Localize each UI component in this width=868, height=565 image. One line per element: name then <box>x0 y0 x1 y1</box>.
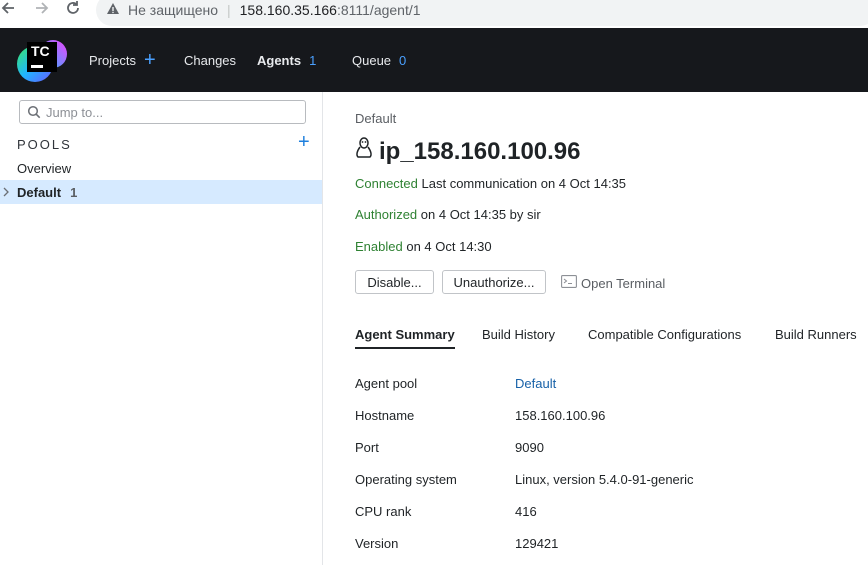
summary-value-port: 9090 <box>515 440 544 455</box>
agent-tabs: Agent Summary Build History Compatible C… <box>355 319 868 349</box>
sidebar-item-overview[interactable]: Overview <box>0 156 322 180</box>
status-detail: on 4 Oct 14:30 <box>406 239 492 254</box>
status-state: Authorized <box>355 207 418 222</box>
summary-label-agent-pool: Agent pool <box>355 376 418 391</box>
logo-text: TC <box>31 43 50 59</box>
address-bar[interactable]: Не защищено | 158.160.35.166:8111/agent/… <box>96 0 868 26</box>
sidebar-item-default[interactable]: Default 1 <box>0 180 322 204</box>
status-connected: Connected Last communication on 4 Oct 14… <box>355 176 626 191</box>
summary-label-os: Operating system <box>355 472 457 487</box>
nav-projects[interactable]: Projects + <box>89 28 156 92</box>
sidebar-item-count: 1 <box>70 184 78 200</box>
url-host: 158.160.35.166 <box>239 2 337 18</box>
status-state: Enabled <box>355 239 403 254</box>
summary-label-port: Port <box>355 440 379 455</box>
nav-agents[interactable]: Agents 1 <box>257 28 316 92</box>
tab-build-history[interactable]: Build History <box>482 327 555 342</box>
warning-icon <box>106 2 120 19</box>
summary-label-hostname: Hostname <box>355 408 415 423</box>
nav-changes[interactable]: Changes <box>184 28 236 92</box>
summary-value-agent-pool[interactable]: Default <box>515 376 556 391</box>
summary-value-hostname: 158.160.100.96 <box>515 408 606 423</box>
reload-button[interactable] <box>61 0 85 18</box>
forward-button[interactable] <box>30 0 54 18</box>
open-terminal-button[interactable]: Open Terminal <box>561 275 665 291</box>
summary-label-cpu-rank: CPU rank <box>355 504 412 519</box>
search-placeholder: Jump to... <box>46 104 104 120</box>
status-enabled: Enabled on 4 Oct 14:30 <box>355 239 492 254</box>
back-button[interactable] <box>0 0 20 18</box>
page-title: ip_158.160.100.96 <box>355 137 581 166</box>
unauthorize-button[interactable]: Unauthorize... <box>442 270 546 294</box>
summary-label-version: Version <box>355 536 399 551</box>
jump-to-search[interactable]: Jump to... <box>19 100 306 124</box>
arrow-right-icon <box>36 2 49 14</box>
nav-agents-label: Agents <box>257 52 302 68</box>
browser-toolbar: Не защищено | 158.160.35.166:8111/agent/… <box>0 0 868 28</box>
nav-changes-label: Changes <box>184 52 237 68</box>
tab-build-runners[interactable]: Build Runners <box>775 327 857 342</box>
chevron-right-icon[interactable] <box>2 185 10 202</box>
tab-compatible-configurations[interactable]: Compatible Configurations <box>588 327 741 342</box>
agents-count: 1 <box>309 52 317 68</box>
status-state: Connected <box>355 176 418 191</box>
address-separator: | <box>227 2 231 18</box>
terminal-icon <box>561 275 577 291</box>
sidebar-item-label: Overview <box>17 160 72 176</box>
add-pool-icon[interactable]: + <box>298 132 310 152</box>
disable-button[interactable]: Disable... <box>355 270 434 294</box>
breadcrumb[interactable]: Default <box>355 111 396 126</box>
active-tab-indicator <box>355 347 455 349</box>
linux-penguin-icon <box>355 137 373 166</box>
nav-queue[interactable]: Queue 0 <box>352 28 406 92</box>
open-terminal-label: Open Terminal <box>581 275 666 291</box>
summary-value-cpu-rank: 416 <box>515 504 537 519</box>
tab-agent-summary[interactable]: Agent Summary <box>355 327 455 342</box>
nav-queue-label: Queue <box>352 52 392 68</box>
teamcity-logo[interactable]: TC <box>17 34 67 86</box>
status-authorized: Authorized on 4 Oct 14:35 by sir <box>355 207 541 222</box>
reload-icon <box>67 1 79 14</box>
agent-name: ip_158.160.100.96 <box>379 137 581 165</box>
summary-value-version: 129421 <box>515 536 559 551</box>
sidebar: Jump to... POOLS + Overview Default 1 <box>0 92 323 565</box>
search-icon <box>27 105 41 122</box>
status-detail: on 4 Oct 14:35 by sir <box>420 207 541 222</box>
arrow-left-icon <box>1 2 14 14</box>
sidebar-item-label: Default <box>17 184 62 200</box>
pools-heading: POOLS <box>17 137 72 152</box>
nav-projects-label: Projects <box>89 52 136 68</box>
url-path: :8111/agent/1 <box>336 2 421 18</box>
insecure-label: Не защищено <box>128 2 218 18</box>
queue-count: 0 <box>399 52 407 68</box>
add-project-icon[interactable]: + <box>144 50 156 70</box>
summary-value-os: Linux, version 5.4.0-91-generic <box>515 472 694 487</box>
status-detail: Last communication on 4 Oct 14:35 <box>421 176 627 191</box>
